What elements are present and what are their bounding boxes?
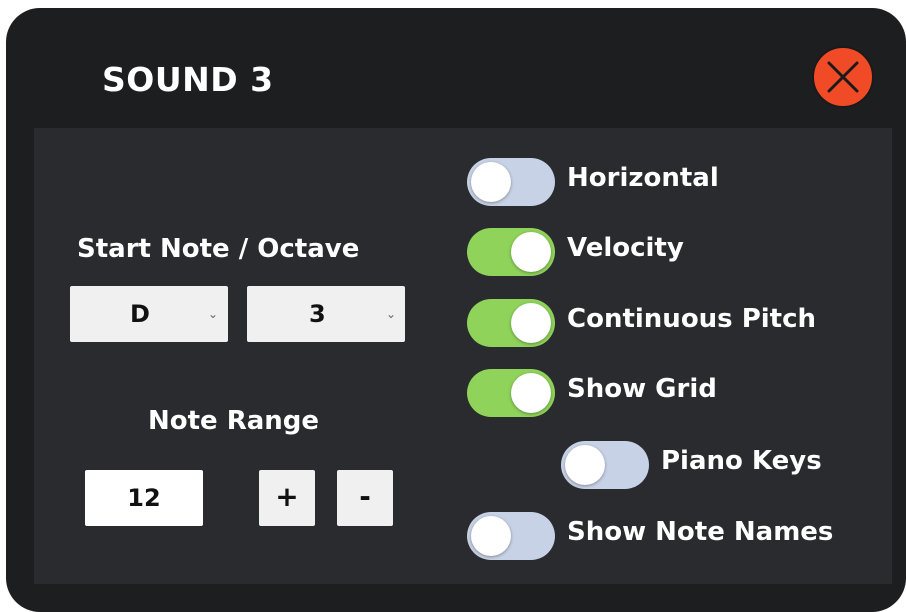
close-button[interactable] bbox=[812, 46, 874, 108]
sound-settings-window: SOUND 3 Start Note / Octave D ⌄ 3 ⌄ Note… bbox=[6, 8, 906, 612]
close-x-icon bbox=[827, 61, 859, 93]
start-note-value: D bbox=[130, 300, 150, 328]
velocity-label: Velocity bbox=[567, 233, 684, 263]
velocity-toggle[interactable] bbox=[467, 228, 555, 276]
toggle-knob bbox=[471, 162, 511, 202]
note-range-input[interactable]: 12 bbox=[85, 470, 203, 526]
toggle-knob bbox=[511, 232, 551, 272]
toggle-knob bbox=[511, 373, 551, 413]
start-note-octave-label: Start Note / Octave bbox=[77, 234, 360, 264]
settings-panel: Start Note / Octave D ⌄ 3 ⌄ Note Range 1… bbox=[34, 128, 892, 584]
show-note-names-label: Show Note Names bbox=[567, 517, 834, 547]
decrease-range-button[interactable]: - bbox=[337, 470, 393, 526]
start-note-select[interactable]: D ⌄ bbox=[70, 286, 228, 342]
piano-keys-toggle[interactable] bbox=[561, 441, 649, 489]
toggle-knob bbox=[471, 516, 511, 556]
note-range-label: Note Range bbox=[148, 406, 320, 436]
octave-select[interactable]: 3 ⌄ bbox=[247, 286, 405, 342]
toggle-knob bbox=[511, 303, 551, 343]
horizontal-toggle[interactable] bbox=[467, 158, 555, 206]
piano-keys-label: Piano Keys bbox=[661, 446, 822, 476]
chevron-down-icon: ⌄ bbox=[386, 307, 397, 321]
show-note-names-toggle[interactable] bbox=[467, 512, 555, 560]
show-grid-toggle[interactable] bbox=[467, 369, 555, 417]
increase-range-button[interactable]: + bbox=[259, 470, 315, 526]
continuous-pitch-toggle[interactable] bbox=[467, 299, 555, 347]
show-grid-label: Show Grid bbox=[567, 374, 717, 404]
chevron-down-icon: ⌄ bbox=[208, 307, 219, 321]
octave-value: 3 bbox=[309, 300, 326, 328]
horizontal-label: Horizontal bbox=[567, 163, 719, 193]
toggle-knob bbox=[565, 445, 605, 485]
window-title: SOUND 3 bbox=[102, 60, 274, 99]
continuous-pitch-label: Continuous Pitch bbox=[567, 304, 817, 334]
